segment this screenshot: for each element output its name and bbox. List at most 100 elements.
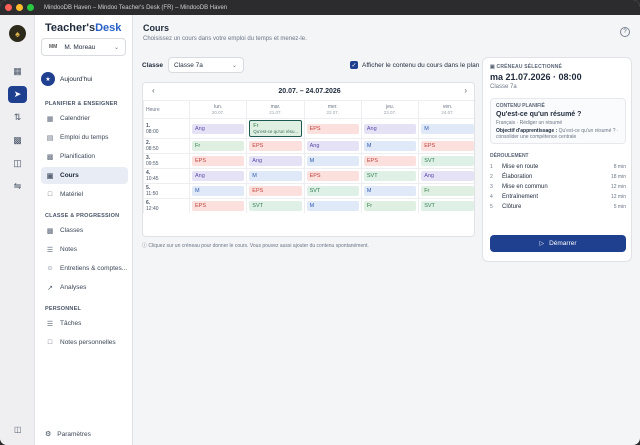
timetable-cell: M <box>303 198 362 213</box>
selected-slot-label-text: CRÉNEAU SÉLECTIONNÉ <box>496 64 562 70</box>
lesson-chip[interactable]: M <box>363 141 417 151</box>
sidebar-item-taches[interactable]: ☰ Tâches <box>41 315 128 332</box>
sidebar-item-materiel[interactable]: □ Matériel <box>41 186 128 203</box>
settings-button[interactable]: ⚙ Paramètres <box>45 430 91 439</box>
lesson-chip[interactable]: M <box>306 201 359 211</box>
lesson-chip[interactable]: Ang <box>192 123 245 134</box>
sidebar-item-emploi[interactable]: ▤ Emploi du temps <box>41 129 128 146</box>
lesson-chip[interactable]: EPS <box>192 201 245 211</box>
people-icon: ☺ <box>46 265 54 272</box>
sort-arrows-icon[interactable]: ⇅ <box>8 109 27 126</box>
calendar-header: ‹ 20.07. – 24.07.2026 › <box>143 83 474 99</box>
close-window-button[interactable] <box>5 4 12 11</box>
time-slot: 2. 08:50 <box>143 138 190 154</box>
planned-content-card[interactable]: CONTENU PLANIFIÉ Qu'est-ce qu'un résumé … <box>490 98 626 144</box>
timetable-cell: EPS <box>360 153 419 169</box>
sidebar-item-notes[interactable]: ☰ Notes <box>41 241 128 258</box>
sidebar-item-label: Calendrier <box>60 115 90 122</box>
lesson-chip[interactable]: Ang <box>421 171 474 181</box>
lesson-chip[interactable]: Fr <box>363 201 417 211</box>
today-button[interactable]: ★ Aujourd'hui <box>41 72 92 86</box>
user-initials: MM <box>49 44 58 50</box>
dashboard-icon[interactable]: ▦ <box>8 63 27 80</box>
sidebar-item-label: Emploi du temps <box>60 134 109 141</box>
step-name: Mise en commun <box>502 184 548 190</box>
today-label: Aujourd'hui <box>60 75 93 83</box>
hour-header: Heure <box>143 100 190 119</box>
lesson-chip[interactable]: EPS <box>249 186 302 196</box>
lesson-subject: SVT <box>424 203 435 209</box>
sidebar-item-label: Classes <box>60 227 84 234</box>
lesson-chip[interactable]: Ang <box>249 156 302 166</box>
lesson-chip[interactable]: SVT <box>421 201 474 211</box>
prev-week-icon[interactable]: ‹ <box>152 86 155 95</box>
timetable-cell: Ang <box>246 153 305 169</box>
timetable-cell: Ang <box>418 168 474 184</box>
planned-content-subject: Français · Rédiger un résumé <box>496 120 563 126</box>
lesson-chip[interactable]: EPS <box>421 141 474 151</box>
timetable-cell: Ang <box>360 118 419 139</box>
timetable-cell: Ang <box>188 118 247 139</box>
lesson-subject: M <box>252 173 257 179</box>
lesson-chip[interactable]: M <box>306 156 359 166</box>
class-select[interactable]: Classe 7a ⌄ <box>168 57 244 73</box>
lesson-subject: Ang <box>366 125 377 132</box>
lesson-chip[interactable]: EPS <box>249 141 302 151</box>
sidebar-item-analyses[interactable]: ↗ Analyses <box>41 279 128 296</box>
lesson-chip[interactable]: M <box>363 186 417 196</box>
help-icon[interactable]: ? <box>620 27 630 37</box>
show-content-checkbox[interactable]: ✓ Afficher le contenu du cours dans le p… <box>350 61 479 69</box>
learning-objective: Objectif d'apprentissage : Qu'est-ce qu'… <box>496 128 622 140</box>
sidebar-item-notes-perso[interactable]: □ Notes personnelles <box>41 334 128 351</box>
lesson-chip[interactable]: Fr <box>192 141 245 151</box>
timetable-cell: M <box>360 183 419 199</box>
lesson-chip[interactable]: EPS <box>192 156 245 166</box>
cards-icon: ▩ <box>46 227 54 235</box>
minimize-window-button[interactable] <box>16 4 23 11</box>
lesson-chip[interactable]: EPS <box>306 171 359 181</box>
next-week-icon[interactable]: › <box>464 86 467 95</box>
sidebar-toggle-icon[interactable]: ◫ <box>14 425 22 434</box>
lesson-chip[interactable]: SVT <box>249 201 302 211</box>
lesson-chip[interactable]: Fr Qu'est-ce qu'un résu... <box>249 120 302 137</box>
main-content: Cours Choisissez un cours dans votre emp… <box>133 15 640 445</box>
lesson-chip[interactable]: Ang <box>363 123 417 134</box>
sidebar-item-calendrier[interactable]: ▦ Calendrier <box>41 110 128 127</box>
page-subtitle: Choisissez un cours dans votre emploi du… <box>143 36 307 42</box>
lesson-chip[interactable]: M <box>192 186 245 196</box>
sidebar-item-entretiens[interactable]: ☺ Entretiens & comptes... <box>41 260 128 277</box>
lesson-chip[interactable]: EPS <box>306 123 359 134</box>
sliders-icon[interactable]: ⇋ <box>8 178 27 195</box>
user-switcher[interactable]: MM M. Moreau ⌄ <box>41 38 126 56</box>
flow-label: DÉROULEMENT <box>490 153 529 159</box>
title-bar: MindooDB Haven – Mindoo Teacher's Desk (… <box>0 0 640 15</box>
rocket-icon[interactable]: ➤ <box>8 86 27 103</box>
slot-time: 08:50 <box>146 146 159 152</box>
lesson-chip[interactable]: Fr <box>421 186 474 196</box>
lesson-chip[interactable]: EPS <box>363 156 417 166</box>
sidebar-item-cours[interactable]: ▣ Cours <box>41 167 128 184</box>
today-avatar-icon: ★ <box>41 72 55 86</box>
window-title: MindooDB Haven – Mindoo Teacher's Desk (… <box>44 4 228 11</box>
selected-slot-date: ma 21.07.2026 · 08:00 <box>490 72 582 82</box>
slot-time: 12:40 <box>146 206 159 212</box>
lesson-chip[interactable]: Ang <box>192 171 245 181</box>
step-name: Clôture <box>502 204 522 210</box>
timetable-cell: M <box>303 153 362 169</box>
start-lesson-button[interactable]: ▷ Démarrer <box>490 235 626 252</box>
zoom-window-button[interactable] <box>27 4 34 11</box>
lesson-chip[interactable]: M <box>421 123 474 134</box>
lesson-chip[interactable]: SVT <box>306 186 359 196</box>
selected-slot-label: ▣ CRÉNEAU SÉLECTIONNÉ <box>490 64 562 70</box>
lesson-chip[interactable]: SVT <box>363 171 417 181</box>
step-name: Élaboration <box>502 174 533 180</box>
lesson-chip[interactable]: Ang <box>306 141 359 151</box>
lesson-chip[interactable]: SVT <box>421 156 474 166</box>
sidebar-item-planification[interactable]: ▩ Planification <box>41 148 128 165</box>
lesson-subject: Fr <box>195 143 201 149</box>
database-icon[interactable]: ◫ <box>8 155 27 172</box>
slot-time: 09:55 <box>146 161 159 167</box>
scan-icon[interactable]: ▩ <box>8 132 27 149</box>
lesson-chip[interactable]: M <box>249 171 302 181</box>
sidebar-item-classes[interactable]: ▩ Classes <box>41 222 128 239</box>
